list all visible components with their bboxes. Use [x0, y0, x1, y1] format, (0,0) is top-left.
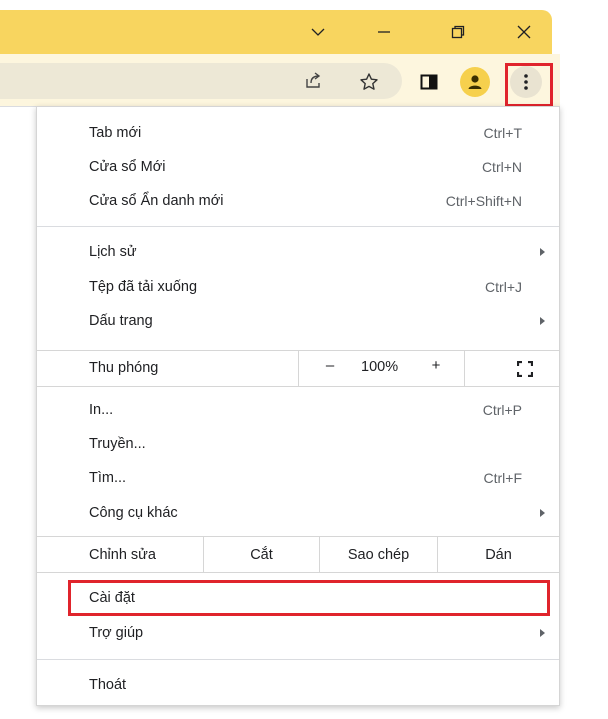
menu-item-cast[interactable]: Truyền... — [37, 428, 559, 460]
menu-item-shortcut: Ctrl+T — [483, 125, 523, 141]
chevron-down-icon — [311, 28, 325, 36]
close-icon — [517, 25, 531, 39]
submenu-arrow-icon — [540, 629, 545, 637]
zoom-label: Thu phóng — [89, 360, 159, 376]
profile-avatar-icon[interactable] — [460, 67, 490, 97]
menu-item-bookmarks[interactable]: Dấu trang — [37, 305, 559, 337]
side-panel-icon[interactable] — [418, 71, 440, 93]
menu-item-shortcut: Ctrl+N — [481, 159, 522, 175]
menu-item-new-tab[interactable]: Tab mới Ctrl+T — [37, 117, 559, 149]
paste-button[interactable]: Dán — [437, 536, 559, 573]
zoom-row: Thu phóng – 100% + — [37, 350, 559, 387]
address-bar[interactable] — [0, 63, 402, 99]
submenu-arrow-icon — [540, 509, 545, 517]
zoom-out-button[interactable]: – — [315, 357, 345, 379]
edit-row: Chỉnh sửa Cắt Sao chép Dán — [37, 536, 559, 573]
menu-separator — [37, 226, 559, 227]
menu-item-exit[interactable]: Thoát — [37, 669, 559, 701]
menu-item-label: Tab mới — [89, 125, 142, 141]
menu-item-label: Cửa sổ Ẩn danh mới — [89, 193, 224, 209]
edit-label: Chỉnh sửa — [89, 547, 156, 563]
close-button[interactable] — [494, 10, 554, 54]
cut-button[interactable]: Cắt — [203, 536, 319, 573]
browser-toolbar — [0, 54, 560, 106]
minimize-icon — [378, 31, 390, 33]
menu-item-label: Tệp đã tải xuống — [89, 279, 198, 295]
zoom-level-value: 100% — [361, 359, 399, 375]
chrome-main-menu: Tab mới Ctrl+T Cửa sổ Mới Ctrl+N Cửa sổ … — [36, 106, 560, 706]
menu-item-label: In... — [89, 402, 114, 418]
menu-item-shortcut: Ctrl+F — [483, 470, 523, 486]
menu-item-label: Cửa sổ Mới — [89, 159, 166, 175]
menu-item-incognito-window[interactable]: Cửa sổ Ẩn danh mới Ctrl+Shift+N — [37, 185, 559, 217]
menu-item-label: Trợ giúp — [89, 625, 144, 641]
minimize-button[interactable] — [354, 10, 414, 54]
star-icon[interactable] — [358, 71, 380, 93]
menu-item-label: Dấu trang — [89, 313, 153, 329]
menu-item-new-window[interactable]: Cửa sổ Mới Ctrl+N — [37, 151, 559, 183]
menu-item-shortcut: Ctrl+P — [482, 402, 522, 418]
menu-item-help[interactable]: Trợ giúp — [37, 617, 559, 649]
tab-search-button[interactable] — [288, 10, 348, 54]
restore-button[interactable] — [428, 10, 488, 54]
menu-separator — [37, 659, 559, 660]
page-divider — [0, 106, 40, 107]
menu-item-label: Công cụ khác — [89, 505, 178, 521]
menu-button-highlight — [505, 63, 553, 107]
menu-item-label: Thoát — [89, 677, 127, 693]
menu-item-history[interactable]: Lịch sử — [37, 236, 559, 268]
fullscreen-icon[interactable] — [516, 360, 534, 378]
zoom-in-button[interactable]: + — [421, 357, 451, 379]
submenu-arrow-icon — [540, 317, 545, 325]
menu-item-label: Lịch sử — [89, 244, 137, 260]
menu-item-more-tools[interactable]: Công cụ khác — [37, 497, 559, 529]
menu-item-print[interactable]: In... Ctrl+P — [37, 394, 559, 426]
menu-item-shortcut: Ctrl+J — [485, 279, 522, 295]
menu-item-label: Tìm... — [89, 470, 127, 486]
submenu-arrow-icon — [540, 248, 545, 256]
restore-icon — [451, 25, 465, 39]
menu-item-downloads[interactable]: Tệp đã tải xuống Ctrl+J — [37, 271, 559, 303]
menu-item-label: Truyền... — [89, 436, 146, 452]
menu-item-find[interactable]: Tìm... Ctrl+F — [37, 462, 559, 494]
settings-highlight — [68, 580, 550, 616]
title-bar — [0, 10, 552, 54]
menu-item-shortcut: Ctrl+Shift+N — [445, 193, 522, 209]
share-icon[interactable] — [303, 71, 323, 91]
zoom-controls: – 100% + — [298, 350, 465, 387]
copy-button[interactable]: Sao chép — [319, 536, 437, 573]
